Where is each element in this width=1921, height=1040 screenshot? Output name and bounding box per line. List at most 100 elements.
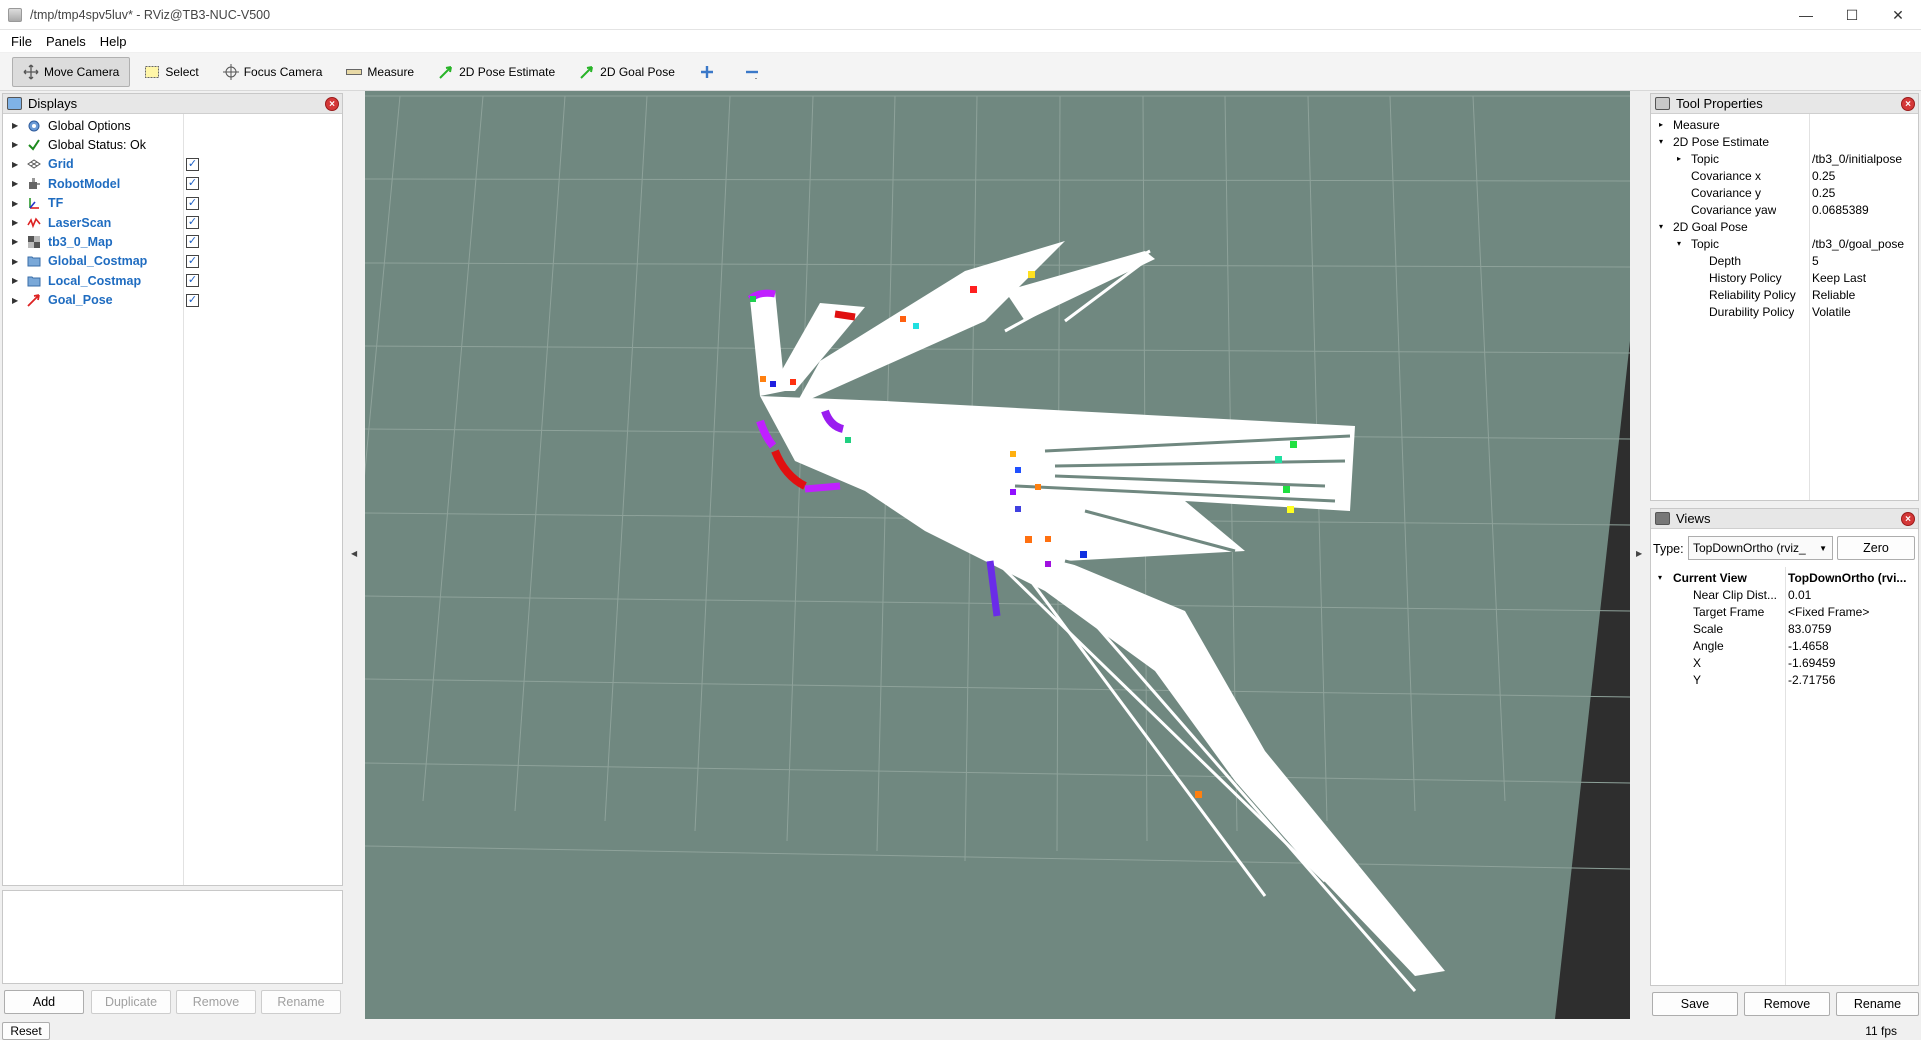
tool-property-value[interactable]: 5 bbox=[1812, 254, 1918, 268]
expand-arrow-icon[interactable]: ▸ bbox=[1677, 154, 1681, 163]
display-enabled-checkbox[interactable]: ✓ bbox=[186, 216, 199, 229]
tool-property-row[interactable]: Reliability Policy Reliable bbox=[1651, 286, 1918, 303]
tool-property-row[interactable]: History Policy Keep Last bbox=[1651, 269, 1918, 286]
expand-arrow-icon[interactable]: ▶ bbox=[12, 199, 20, 208]
close-displays-icon[interactable]: × bbox=[325, 97, 339, 111]
expand-arrow-icon[interactable]: ▶ bbox=[12, 218, 20, 227]
rename-view-button[interactable]: Rename bbox=[1836, 992, 1919, 1016]
close-views-icon[interactable]: × bbox=[1901, 512, 1915, 526]
reset-button[interactable]: Reset bbox=[2, 1022, 50, 1040]
display-enabled-checkbox[interactable]: ✓ bbox=[186, 157, 199, 171]
remove-tool-button[interactable] bbox=[734, 57, 775, 87]
tool-property-row[interactable]: Covariance yaw 0.0685389 bbox=[1651, 201, 1918, 218]
minimize-button[interactable]: — bbox=[1783, 0, 1829, 30]
tool-property-row[interactable]: Durability Policy Volatile bbox=[1651, 303, 1918, 320]
expand-arrow-icon[interactable]: ▶ bbox=[12, 179, 20, 188]
current-view-arrow[interactable]: ▾ bbox=[1658, 573, 1662, 582]
goal-pose-tool[interactable]: 2D Goal Pose bbox=[569, 57, 685, 87]
map-render[interactable] bbox=[365, 91, 1630, 1019]
view-property-row[interactable]: Angle -1.4658 bbox=[1651, 637, 1918, 654]
tool-property-value[interactable]: /tb3_0/initialpose bbox=[1812, 152, 1918, 166]
expand-arrow-icon[interactable]: ▶ bbox=[12, 160, 20, 169]
left-splitter[interactable]: ◀ bbox=[345, 91, 365, 1019]
remove-display-button[interactable]: Remove bbox=[176, 990, 256, 1014]
current-view-row[interactable]: ▾ Current View TopDownOrtho (rvi... bbox=[1651, 569, 1918, 586]
expand-arrow-icon[interactable]: ▾ bbox=[1677, 239, 1681, 248]
menu-file[interactable]: File bbox=[11, 34, 32, 49]
display-item[interactable]: ▶ Global Status: Ok bbox=[3, 135, 342, 154]
display-enabled-checkbox[interactable]: ✓ bbox=[186, 235, 199, 249]
view-property-value[interactable]: <Fixed Frame> bbox=[1788, 605, 1916, 619]
menu-help[interactable]: Help bbox=[100, 34, 127, 49]
views-type-select[interactable]: TopDownOrtho (rviz_ ▼ bbox=[1688, 536, 1833, 560]
expand-arrow-icon[interactable]: ▶ bbox=[12, 296, 20, 305]
view-property-value[interactable]: -1.4658 bbox=[1788, 639, 1916, 653]
tool-property-row[interactable]: Covariance y 0.25 bbox=[1651, 184, 1918, 201]
display-enabled-checkbox[interactable]: ✓ bbox=[186, 293, 199, 307]
measure-tool[interactable]: Measure bbox=[336, 57, 424, 87]
view-property-row[interactable]: Scale 83.0759 bbox=[1651, 620, 1918, 637]
tool-property-row[interactable]: ▸ Topic/tb3_0/initialpose bbox=[1651, 150, 1918, 167]
expand-arrow-icon[interactable]: ▶ bbox=[12, 140, 20, 149]
menu-panels[interactable]: Panels bbox=[46, 34, 86, 49]
display-item[interactable]: ▶ Local_Costmap ✓ bbox=[3, 271, 342, 290]
move-camera-tool[interactable]: Move Camera bbox=[12, 56, 131, 87]
close-tool-properties-icon[interactable]: × bbox=[1901, 97, 1915, 111]
save-view-button[interactable]: Save bbox=[1652, 992, 1738, 1016]
display-enabled-checkbox[interactable]: ✓ bbox=[186, 254, 199, 268]
tool-property-row[interactable]: ▾ Topic/tb3_0/goal_pose bbox=[1651, 235, 1918, 252]
expand-arrow-icon[interactable]: ▶ bbox=[12, 257, 20, 266]
focus-camera-tool[interactable]: Focus Camera bbox=[213, 57, 333, 87]
close-window-button[interactable]: ✕ bbox=[1875, 0, 1921, 30]
expand-arrow-icon[interactable]: ▾ bbox=[1659, 222, 1663, 231]
view-property-value[interactable]: -1.69459 bbox=[1788, 656, 1916, 670]
collapse-right-icon[interactable]: ▶ bbox=[1636, 549, 1642, 558]
tool-property-value[interactable]: Reliable bbox=[1812, 288, 1918, 302]
view-property-row[interactable]: Near Clip Dist... 0.01 bbox=[1651, 586, 1918, 603]
display-item[interactable]: ▶ LaserScan ✓ bbox=[3, 213, 342, 232]
display-item[interactable]: ▶ TF ✓ bbox=[3, 194, 342, 213]
tool-property-value[interactable]: 0.25 bbox=[1812, 169, 1918, 183]
tool-property-value[interactable]: 0.0685389 bbox=[1812, 203, 1918, 217]
pose-estimate-tool[interactable]: 2D Pose Estimate bbox=[428, 57, 565, 87]
display-enabled-checkbox[interactable]: ✓ bbox=[186, 196, 199, 210]
tool-property-row[interactable]: ▾ 2D Pose Estimate bbox=[1651, 133, 1918, 150]
tool-property-row[interactable]: ▸ Measure bbox=[1651, 116, 1918, 133]
expand-arrow-icon[interactable]: ▸ bbox=[1659, 120, 1663, 129]
display-item[interactable]: ▶ Global_Costmap ✓ bbox=[3, 252, 342, 271]
display-item[interactable]: ▶ tb3_0_Map ✓ bbox=[3, 232, 342, 251]
view-property-value[interactable]: 83.0759 bbox=[1788, 622, 1916, 636]
zero-button[interactable]: Zero bbox=[1837, 536, 1915, 560]
tool-property-value[interactable]: /tb3_0/goal_pose bbox=[1812, 237, 1918, 251]
render-viewport[interactable] bbox=[365, 91, 1630, 1019]
right-splitter[interactable]: ▶ bbox=[1630, 91, 1650, 1019]
expand-arrow-icon[interactable]: ▶ bbox=[12, 121, 20, 130]
display-item[interactable]: ▶ Grid ✓ bbox=[3, 155, 342, 174]
remove-view-button[interactable]: Remove bbox=[1744, 992, 1830, 1016]
display-enabled-checkbox[interactable]: ✓ bbox=[186, 274, 199, 288]
tool-property-row[interactable]: Covariance x 0.25 bbox=[1651, 167, 1918, 184]
view-property-row[interactable]: X -1.69459 bbox=[1651, 654, 1918, 671]
view-property-row[interactable]: Y -2.71756 bbox=[1651, 671, 1918, 688]
collapse-left-icon[interactable]: ◀ bbox=[351, 549, 357, 558]
tool-property-value[interactable]: Volatile bbox=[1812, 305, 1918, 319]
tool-property-value[interactable]: Keep Last bbox=[1812, 271, 1918, 285]
view-property-value[interactable]: 0.01 bbox=[1788, 588, 1916, 602]
view-property-value[interactable]: -2.71756 bbox=[1788, 673, 1916, 687]
expand-arrow-icon[interactable]: ▾ bbox=[1659, 137, 1663, 146]
tool-property-row[interactable]: Depth 5 bbox=[1651, 252, 1918, 269]
display-item[interactable]: ▶ Goal_Pose ✓ bbox=[3, 291, 342, 310]
display-enabled-checkbox[interactable]: ✓ bbox=[186, 177, 199, 191]
expand-arrow-icon[interactable]: ▶ bbox=[12, 237, 20, 246]
view-property-row[interactable]: Target Frame <Fixed Frame> bbox=[1651, 603, 1918, 620]
duplicate-display-button[interactable]: Duplicate bbox=[91, 990, 171, 1014]
tool-property-row[interactable]: ▾ 2D Goal Pose bbox=[1651, 218, 1918, 235]
select-tool[interactable]: Select bbox=[134, 57, 208, 87]
maximize-button[interactable]: ☐ bbox=[1829, 0, 1875, 30]
add-display-button[interactable]: Add bbox=[4, 990, 84, 1014]
display-item[interactable]: ▶ Global Options bbox=[3, 116, 342, 135]
rename-display-button[interactable]: Rename bbox=[261, 990, 341, 1014]
add-tool-button[interactable] bbox=[689, 57, 730, 87]
tool-property-value[interactable]: 0.25 bbox=[1812, 186, 1918, 200]
expand-arrow-icon[interactable]: ▶ bbox=[12, 276, 20, 285]
